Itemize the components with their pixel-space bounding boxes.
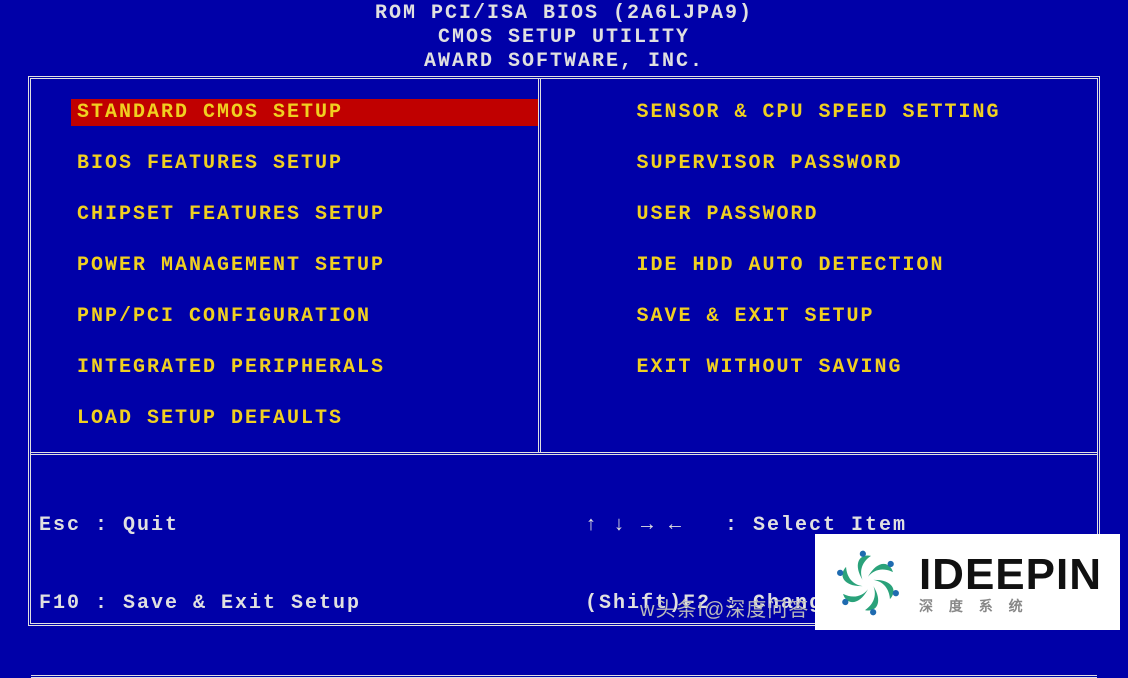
menu-item-supervisor-password[interactable]: SUPERVISOR PASSWORD bbox=[631, 150, 1098, 177]
menu-item-standard-cmos-setup[interactable]: STANDARD CMOS SETUP bbox=[71, 99, 538, 126]
menu-item-sensor-cpu-speed-setting[interactable]: SENSOR & CPU SPEED SETTING bbox=[631, 99, 1098, 126]
hint-esc-quit: Esc : Quit bbox=[39, 513, 585, 539]
menu-column-left: STANDARD CMOS SETUP BIOS FEATURES SETUP … bbox=[31, 79, 538, 452]
menu-item-user-password[interactable]: USER PASSWORD bbox=[631, 201, 1098, 228]
menu-item-save-exit-setup[interactable]: SAVE & EXIT SETUP bbox=[631, 303, 1098, 330]
menu-item-ide-hdd-auto-detection[interactable]: IDE HDD AUTO DETECTION bbox=[631, 252, 1098, 279]
watermark-text: IDEEPIN 深 度 系 统 bbox=[919, 553, 1102, 613]
watermark-logo-icon bbox=[829, 544, 907, 622]
menu-column-right: SENSOR & CPU SPEED SETTING SUPERVISOR PA… bbox=[538, 79, 1098, 452]
menu-item-power-management-setup[interactable]: POWER MANAGEMENT SETUP bbox=[71, 252, 538, 279]
menu-area: STANDARD CMOS SETUP BIOS FEATURES SETUP … bbox=[31, 79, 1097, 455]
key-hints-left: Esc : Quit F10 : Save & Exit Setup bbox=[39, 461, 585, 669]
menu-item-bios-features-setup[interactable]: BIOS FEATURES SETUP bbox=[71, 150, 538, 177]
header-line-1: ROM PCI/ISA BIOS (2A6LJPA9) bbox=[0, 2, 1128, 26]
header-line-2: CMOS SETUP UTILITY bbox=[0, 26, 1128, 50]
menu-item-pnp-pci-configuration[interactable]: PNP/PCI CONFIGURATION bbox=[71, 303, 538, 330]
overlay-source-text: w头条I@深度问答 bbox=[640, 593, 809, 622]
menu-item-load-setup-defaults[interactable]: LOAD SETUP DEFAULTS bbox=[71, 405, 538, 432]
watermark-subtitle: 深 度 系 统 bbox=[919, 599, 1102, 613]
menu-item-chipset-features-setup[interactable]: CHIPSET FEATURES SETUP bbox=[71, 201, 538, 228]
bios-header: ROM PCI/ISA BIOS (2A6LJPA9) CMOS SETUP U… bbox=[0, 0, 1128, 74]
header-line-3: AWARD SOFTWARE, INC. bbox=[0, 50, 1128, 74]
menu-item-integrated-peripherals[interactable]: INTEGRATED PERIPHERALS bbox=[71, 354, 538, 381]
menu-item-exit-without-saving[interactable]: EXIT WITHOUT SAVING bbox=[631, 354, 1098, 381]
hint-f10-save-exit: F10 : Save & Exit Setup bbox=[39, 591, 585, 617]
watermark-title: IDEEPIN bbox=[919, 553, 1102, 597]
watermark: IDEEPIN 深 度 系 统 bbox=[815, 534, 1120, 630]
